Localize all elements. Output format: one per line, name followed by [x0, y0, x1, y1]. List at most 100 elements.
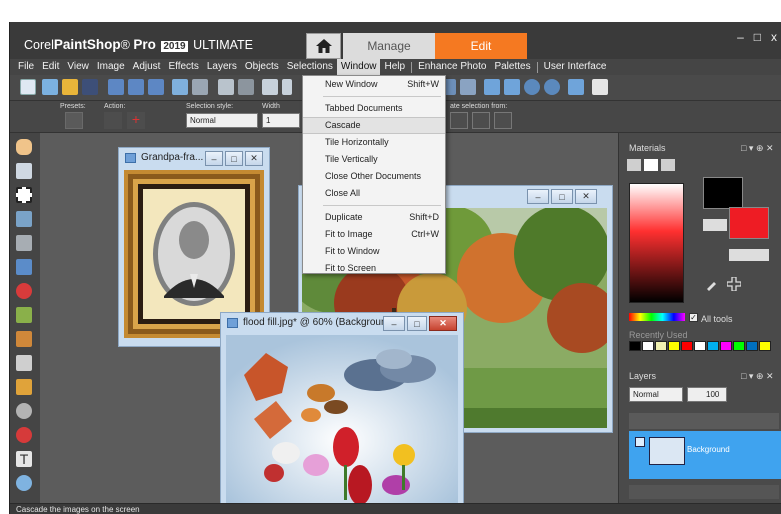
layers-toggle-icon[interactable]: [460, 79, 476, 95]
menu-layers[interactable]: Layers: [203, 59, 241, 75]
tab-manage[interactable]: Manage: [343, 33, 435, 59]
width-input[interactable]: 1: [262, 113, 300, 128]
color-spectrum-bar[interactable]: [629, 313, 685, 321]
menu-item-duplicate[interactable]: Duplicate Shift+D: [303, 209, 445, 226]
recent-color-swatch[interactable]: [655, 341, 667, 351]
menu-edit[interactable]: Edit: [38, 59, 63, 75]
selection-style-select[interactable]: Normal: [186, 113, 258, 128]
opacity-input[interactable]: 100: [687, 387, 727, 402]
blend-mode-select[interactable]: Normal: [629, 387, 683, 402]
menu-objects[interactable]: Objects: [241, 59, 283, 75]
menu-selections[interactable]: Selections: [283, 59, 337, 75]
tab-edit[interactable]: Edit: [435, 33, 527, 59]
zoom-in-icon[interactable]: [524, 79, 540, 95]
recent-color-swatch[interactable]: [629, 341, 641, 351]
doc-minimize-button[interactable]: –: [205, 151, 223, 166]
recent-color-swatch[interactable]: [733, 341, 745, 351]
actual-size-icon[interactable]: [484, 79, 500, 95]
rainbow-view-icon[interactable]: [644, 159, 658, 171]
swatch-view-icon[interactable]: [661, 159, 675, 171]
eyedropper-icon[interactable]: [705, 277, 719, 291]
overview-icon[interactable]: [568, 79, 584, 95]
menu-item-fit-to-screen[interactable]: Fit to Screen: [303, 260, 445, 277]
selection-tool-icon[interactable]: [16, 187, 32, 203]
layers-palette-controls[interactable]: □ ▾ ⊕ ✕: [741, 371, 774, 382]
makeover-tool-icon[interactable]: [16, 307, 32, 323]
doc-close-button[interactable]: ✕: [575, 189, 597, 204]
menu-effects[interactable]: Effects: [164, 59, 202, 75]
scratch-remover-icon[interactable]: [16, 355, 32, 371]
preset-shape-icon[interactable]: [16, 475, 32, 491]
menu-item-fit-to-window[interactable]: Fit to Window: [303, 243, 445, 260]
recent-color-swatch[interactable]: [668, 341, 680, 351]
recent-color-swatch[interactable]: [746, 341, 758, 351]
recent-color-swatch[interactable]: [694, 341, 706, 351]
doc-close-button[interactable]: ✕: [429, 316, 457, 331]
red-eye-tool-icon[interactable]: [16, 283, 32, 299]
eraser-tool-icon[interactable]: [16, 427, 32, 443]
close-button[interactable]: x: [771, 30, 777, 44]
menu-file[interactable]: File: [14, 59, 38, 75]
menu-user-interface[interactable]: User Interface: [540, 59, 611, 75]
pick-tool-icon[interactable]: [16, 163, 32, 179]
add-selection-icon[interactable]: +: [127, 112, 145, 129]
dodge-tool-icon[interactable]: [16, 403, 32, 419]
workspace-icon[interactable]: [592, 79, 608, 95]
create-from-merged-icon[interactable]: [472, 112, 490, 129]
menu-item-new-window[interactable]: New Window Shift+W: [303, 76, 445, 93]
save-as-icon[interactable]: [128, 79, 144, 95]
zoom-out-icon[interactable]: [544, 79, 560, 95]
home-tab-button[interactable]: [306, 33, 341, 59]
minimize-button[interactable]: –: [737, 30, 744, 44]
create-from-image-icon[interactable]: [494, 112, 512, 129]
menu-item-cascade[interactable]: Cascade: [303, 117, 445, 134]
text-tool-icon[interactable]: T: [16, 451, 32, 467]
menu-item-close-other-documents[interactable]: Close Other Documents: [303, 168, 445, 185]
layer-name[interactable]: Background: [687, 445, 730, 454]
recent-color-swatch[interactable]: [681, 341, 693, 351]
recent-color-swatch[interactable]: [642, 341, 654, 351]
color-picker-gradient[interactable]: [629, 183, 684, 303]
crop-icon[interactable]: [262, 79, 278, 95]
menu-palettes[interactable]: Palettes: [490, 59, 534, 75]
doc-minimize-button[interactable]: –: [527, 189, 549, 204]
doc-minimize-button[interactable]: –: [383, 316, 405, 331]
undo-icon[interactable]: [218, 79, 234, 95]
recent-color-swatch[interactable]: [720, 341, 732, 351]
save-copy-icon[interactable]: [148, 79, 164, 95]
menu-item-tile-horizontally[interactable]: Tile Horizontally: [303, 134, 445, 151]
menu-item-fit-to-image[interactable]: Fit to Image Ctrl+W: [303, 226, 445, 243]
straighten-tool-icon[interactable]: [16, 259, 32, 275]
crop-tool-icon[interactable]: [16, 235, 32, 251]
materials-palette-controls[interactable]: □ ▾ ⊕ ✕: [741, 143, 774, 154]
maximize-button[interactable]: □: [754, 30, 761, 44]
menu-item-tabbed-documents[interactable]: Tabbed Documents: [303, 100, 445, 117]
copy-icon[interactable]: [282, 79, 292, 95]
menu-window[interactable]: Window: [336, 59, 381, 75]
share-icon[interactable]: [172, 79, 188, 95]
crosshair-icon[interactable]: [727, 277, 741, 291]
save-icon[interactable]: [108, 79, 124, 95]
menu-item-tile-vertically[interactable]: Tile Vertically: [303, 151, 445, 168]
paint-brush-icon[interactable]: [16, 379, 32, 395]
open-folder-icon[interactable]: [62, 79, 78, 95]
redo-icon[interactable]: [238, 79, 254, 95]
menu-enhance-photo[interactable]: Enhance Photo: [414, 59, 490, 75]
frame-view-icon[interactable]: [627, 159, 641, 171]
menu-item-close-all[interactable]: Close All: [303, 185, 445, 202]
doc-close-button[interactable]: ✕: [245, 151, 263, 166]
create-from-layer-icon[interactable]: [450, 112, 468, 129]
layer-row-background[interactable]: Background: [629, 431, 781, 479]
browse-icon[interactable]: [82, 79, 98, 95]
menu-adjust[interactable]: Adjust: [129, 59, 165, 75]
recent-color-swatch[interactable]: [759, 341, 771, 351]
doc-maximize-button[interactable]: □: [407, 316, 427, 331]
menu-image[interactable]: Image: [93, 59, 129, 75]
doc-maximize-button[interactable]: □: [225, 151, 243, 166]
background-texture-icon[interactable]: [729, 249, 769, 261]
recent-color-swatch[interactable]: [707, 341, 719, 351]
foreground-color-swatch[interactable]: [703, 177, 743, 209]
background-color-swatch[interactable]: [729, 207, 769, 239]
pan-tool-icon[interactable]: [16, 139, 32, 155]
menu-view[interactable]: View: [63, 59, 93, 75]
